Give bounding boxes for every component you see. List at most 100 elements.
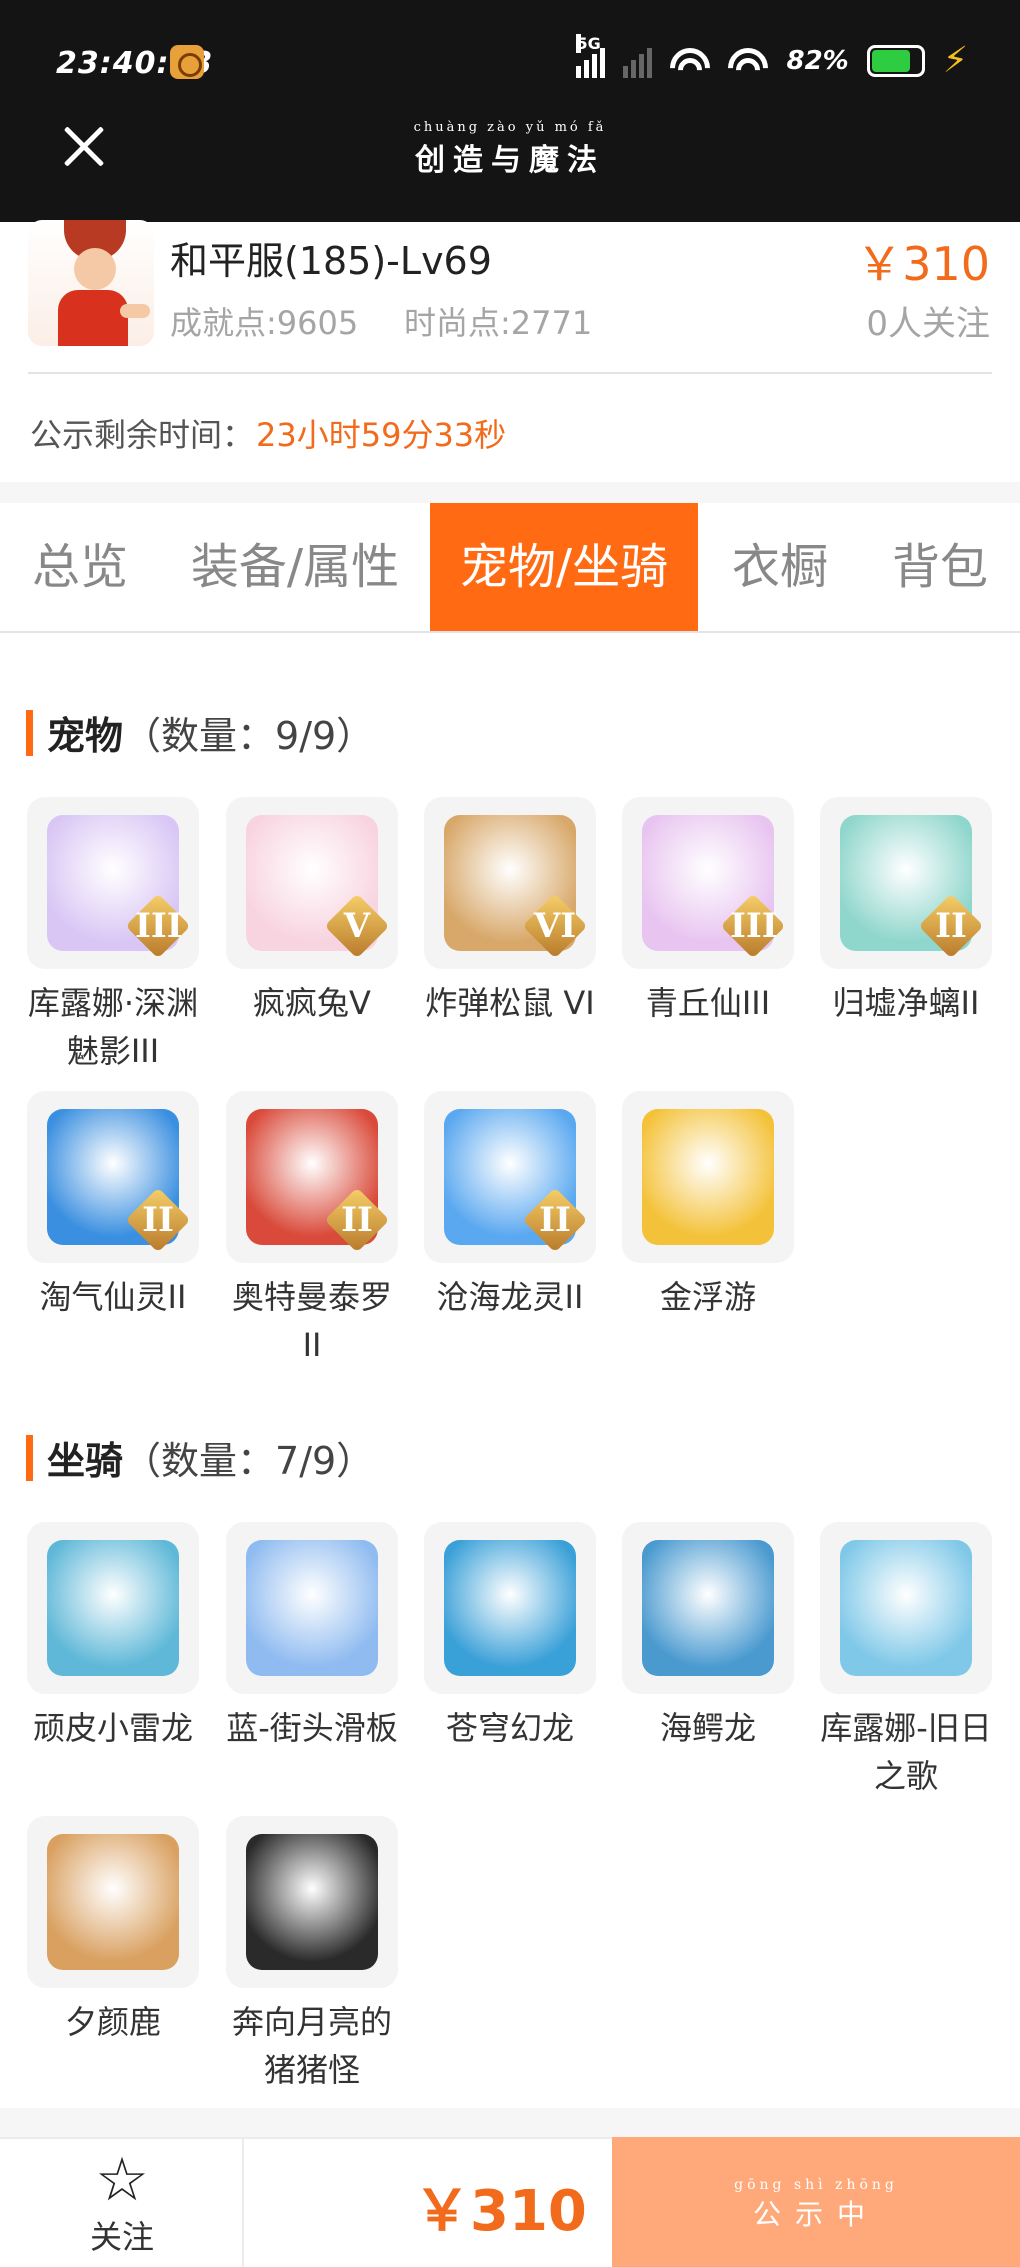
page-title-pinyin: chuàng zào yǔ mó fǎ: [413, 120, 607, 135]
pet-thumbnail: II: [424, 1091, 596, 1263]
cellular-signal-icon: 5G: [576, 33, 606, 78]
mount-deer-icon: [47, 1834, 179, 1970]
achievement-points: 成就点:9605: [170, 304, 359, 342]
pet-thumbnail: V: [226, 797, 398, 969]
mount-item[interactable]: 海鳄龙: [622, 1522, 794, 1752]
status-text: 公示中: [752, 2198, 879, 2231]
pet-thumbnail: [622, 1091, 794, 1263]
tier-badge-label: III: [730, 906, 778, 946]
mounts-section-title: 坐骑 （数量：7/9）: [26, 1430, 374, 1485]
mount-item[interactable]: 苍穹幻龙: [424, 1522, 596, 1752]
pets-count: （数量：9/9）: [123, 714, 375, 758]
pet-thumbnail: VI: [424, 797, 596, 969]
page-title-text: 创造与魔法: [415, 143, 605, 178]
battery-percent: 82%: [786, 45, 849, 76]
tier-badge-label: V: [343, 906, 371, 946]
tab-backpack[interactable]: 背包: [868, 503, 1012, 631]
mount-item[interactable]: 夕颜鹿: [27, 1816, 199, 2046]
wifi-secondary-icon: [728, 43, 769, 78]
mount-name: 顽皮小雷龙: [32, 1709, 193, 1747]
pet-item[interactable]: 金浮游: [622, 1091, 794, 1321]
mount-name: 库露娜-旧日之歌: [820, 1709, 992, 1795]
mount-thumbnail: [226, 1522, 398, 1694]
pet-item[interactable]: II 沧海龙灵II: [424, 1091, 596, 1321]
status-bar: 23:40:53 5G 82% ⚡: [0, 0, 1020, 125]
mounts-count: （数量：7/9）: [123, 1439, 375, 1483]
star-icon[interactable]: ☆: [92, 2150, 152, 2210]
pet-thumbnail: III: [622, 797, 794, 969]
pet-name: 归墟净螭II: [832, 984, 980, 1022]
divider: [28, 372, 992, 374]
pet-name: 奥特曼泰罗II: [231, 1278, 392, 1364]
mount-item[interactable]: 库露娜-旧日之歌: [820, 1522, 992, 1800]
notice-remaining-time: 23小时59分33秒: [256, 416, 507, 454]
mount-name: 夕颜鹿: [64, 2003, 161, 2041]
tier-badge-label: II: [341, 1200, 373, 1240]
close-icon[interactable]: [56, 118, 112, 174]
tab-wardrobe[interactable]: 衣橱: [712, 503, 848, 631]
mount-item[interactable]: 蓝-街头滑板: [226, 1522, 398, 1752]
section-marker: [26, 1434, 33, 1481]
mount-kuluna-song-icon: [840, 1540, 972, 1676]
pets-section-title: 宠物 （数量：9/9）: [26, 705, 374, 760]
follow-label[interactable]: 关注: [0, 2212, 244, 2258]
pet-name: 青丘仙III: [645, 984, 771, 1022]
status-pinyin: gōng shì zhōng: [734, 2177, 898, 2193]
tier-badge-label: II: [539, 1200, 571, 1240]
status-indicators: 5G 82% ⚡: [576, 33, 968, 81]
tab-pets-mounts[interactable]: 宠物/坐骑: [430, 503, 698, 631]
mount-name: 蓝-街头滑板: [226, 1709, 398, 1747]
pet-name: 沧海龙灵II: [436, 1278, 584, 1316]
tab-overview[interactable]: 总览: [0, 503, 160, 631]
mount-thumbnail: [424, 1522, 596, 1694]
pet-item[interactable]: VI 炸弹松鼠 VI: [424, 797, 596, 1027]
mount-skateboard-icon: [246, 1540, 378, 1676]
pet-name: 金浮游: [659, 1278, 756, 1316]
pet-item[interactable]: III 库露娜·深渊魅影III: [27, 797, 199, 1075]
mount-sky-dragon-icon: [444, 1540, 576, 1676]
mount-thumbnail: [27, 1816, 199, 1988]
pet-name: 炸弹松鼠 VI: [425, 984, 595, 1022]
pet-name: 淘气仙灵II: [39, 1278, 187, 1316]
tier-badge-label: VI: [533, 906, 577, 946]
mounts-title: 坐骑: [47, 1439, 124, 1483]
pet-item[interactable]: II 淘气仙灵II: [27, 1091, 199, 1321]
pet-thumbnail: II: [820, 797, 992, 969]
tier-badge-label: II: [935, 906, 967, 946]
fashion-points: 时尚点:2771: [404, 304, 593, 342]
mount-thumbnail: [27, 1522, 199, 1694]
watcher-count: 0人关注: [866, 304, 990, 344]
pet-item[interactable]: V 疯疯兔V: [226, 797, 398, 1027]
mount-thumbnail: [820, 1522, 992, 1694]
cellular-signal-secondary-icon: [623, 44, 653, 78]
notification-app-icon: [170, 45, 204, 79]
pet-name: 疯疯兔V: [253, 984, 371, 1022]
publicity-status-button[interactable]: gōng shì zhōng 公示中: [612, 2137, 1020, 2267]
section-marker: [26, 709, 33, 756]
pet-item[interactable]: III 青丘仙III: [622, 797, 794, 1027]
listing-price: ￥310: [856, 237, 990, 291]
network-type-label: 5G: [576, 33, 601, 53]
mount-name: 海鳄龙: [659, 1709, 756, 1747]
mount-name: 奔向月亮的猪猪怪: [231, 2003, 392, 2089]
notice-remaining-label: 公示剩余时间：: [30, 416, 255, 454]
mount-thumbnail: [622, 1522, 794, 1694]
pet-thumbnail: III: [27, 797, 199, 969]
mount-sea-crocodile-icon: [642, 1540, 774, 1676]
mount-item[interactable]: 顽皮小雷龙: [27, 1522, 199, 1752]
pet-item[interactable]: II 归墟净螭II: [820, 797, 992, 1027]
tier-badge-label: II: [142, 1200, 174, 1240]
mount-thunder-dragon-icon: [47, 1540, 179, 1676]
pets-title: 宠物: [47, 714, 124, 758]
page-title: chuàng zào yǔ mó fǎ 创造与魔法: [410, 120, 610, 179]
tab-equipment[interactable]: 装备/属性: [180, 503, 410, 631]
pet-thumbnail: II: [27, 1091, 199, 1263]
mount-moon-pig-icon: [246, 1834, 378, 1970]
tier-badge-label: III: [135, 906, 183, 946]
tab-bar: 总览 装备/属性 宠物/坐骑 衣橱 背包: [0, 503, 1020, 633]
mount-item[interactable]: 奔向月亮的猪猪怪: [226, 1816, 398, 2094]
pet-name: 库露娜·深渊魅影III: [27, 984, 199, 1070]
mount-thumbnail: [226, 1816, 398, 1988]
pet-item[interactable]: II 奥特曼泰罗II: [226, 1091, 398, 1369]
battery-icon: [866, 44, 925, 77]
